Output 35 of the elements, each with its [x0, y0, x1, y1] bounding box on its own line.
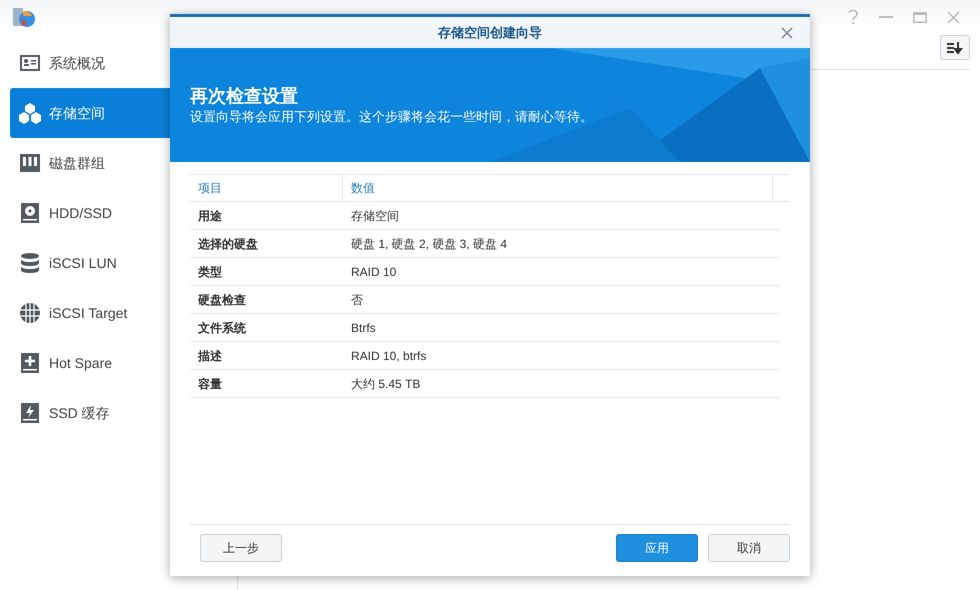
table-cell-text: 选择的硬盘 [197, 236, 259, 252]
table-cell-text: 文件系统 [197, 320, 247, 336]
table-cell-text: 用途 [197, 208, 223, 224]
sort-button[interactable] [940, 35, 970, 60]
close-icon[interactable] [947, 10, 960, 24]
help-icon[interactable] [847, 10, 859, 24]
table-cell-text: RAID 10, btrfs [350, 348, 428, 364]
table-cell-text: 类型 [197, 264, 223, 280]
disk-plus-icon [19, 352, 41, 374]
table-cell-text: Btrfs [350, 320, 377, 336]
sidebar-item[interactable]: 系统概况 [10, 38, 237, 88]
app-logo-icon [12, 6, 36, 28]
table-cell-text: 描述 [196, 348, 223, 364]
column-header: 项目 [190, 175, 343, 201]
back-button[interactable]: 上一步 [200, 534, 282, 562]
sort-icon [947, 42, 963, 54]
column-header: 数值 [343, 175, 773, 201]
cancel-button[interactable]: 取消 [708, 534, 790, 562]
disk-array-icon [19, 152, 41, 174]
table-cell-text: 存储空间 [350, 208, 400, 224]
table-cell-text: RAID 10 [350, 264, 398, 280]
cubes-icon [19, 102, 41, 124]
table-cell-text: 否 [350, 292, 364, 308]
maximize-icon[interactable] [913, 12, 927, 22]
database-icon [19, 252, 41, 274]
dialog-title: 存储空间创建向导 [438, 24, 542, 42]
close-icon[interactable] [781, 27, 793, 39]
globe-icon [19, 302, 41, 324]
table-cell-text: 硬盘 1, 硬盘 2, 硬盘 3, 硬盘 4 [350, 236, 508, 252]
table-cell-text: 大约 5.45 TB [350, 376, 422, 392]
disk-bolt-icon [19, 402, 41, 424]
table-cell-text: 硬盘检查 [196, 292, 247, 308]
minimize-icon[interactable] [879, 16, 893, 18]
id-card-icon [19, 52, 41, 74]
table-cell-text: 容量 [197, 376, 223, 392]
